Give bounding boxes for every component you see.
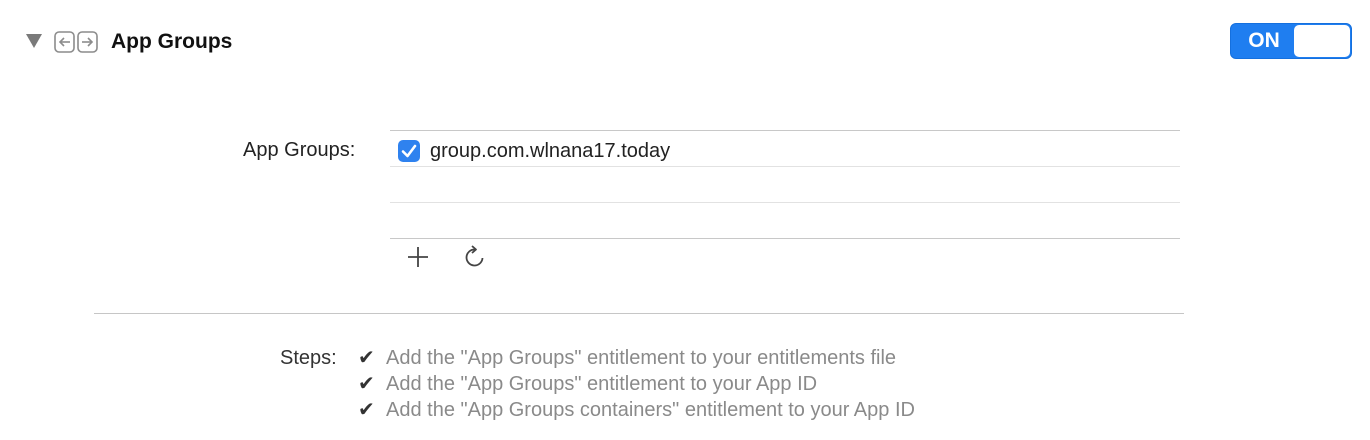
step-item: ✔ Add the "App Groups" entitlement to you… (358, 371, 915, 397)
app-groups-icon (54, 31, 98, 53)
step-item: ✔ Add the "App Groups" entitlement to you… (358, 345, 915, 371)
section-divider (94, 313, 1184, 314)
group-name: group.com.wlnana17.today (430, 140, 671, 162)
plus-icon (408, 247, 428, 267)
table-row[interactable] (390, 167, 1180, 203)
checkmark-icon (401, 144, 417, 158)
step-text: Add the "App Groups containers" entitlem… (386, 399, 915, 421)
steps-list: ✔ Add the "App Groups" entitlement to you… (358, 345, 915, 423)
add-group-button[interactable] (404, 243, 432, 271)
step-item: ✔ Add the "App Groups containers" entitle… (358, 397, 915, 423)
table-row[interactable] (390, 203, 1180, 239)
capability-toggle[interactable]: ON (1230, 23, 1352, 59)
disclosure-triangle-down-icon[interactable] (26, 34, 42, 48)
capability-panel: App Groups ON App Groups: group.com.wlna… (0, 0, 1370, 440)
table-row[interactable]: group.com.wlnana17.today (390, 131, 1180, 167)
refresh-groups-button[interactable] (461, 243, 489, 271)
group-checkbox[interactable] (398, 140, 420, 162)
step-text: Add the "App Groups" entitlement to your… (386, 347, 897, 369)
toggle-knob (1294, 25, 1350, 57)
capability-title: App Groups (111, 30, 233, 53)
app-groups-table: group.com.wlnana17.today (390, 130, 1180, 240)
step-check-icon: ✔ (358, 347, 375, 369)
steps-label: Steps: (280, 347, 337, 369)
app-groups-label: App Groups: (243, 139, 356, 161)
refresh-icon (465, 245, 484, 267)
toggle-label: ON (1248, 29, 1280, 52)
step-text: Add the "App Groups" entitlement to your… (386, 373, 818, 395)
step-check-icon: ✔ (358, 399, 375, 421)
table-bottom-border (390, 238, 1180, 239)
step-check-icon: ✔ (358, 373, 375, 395)
